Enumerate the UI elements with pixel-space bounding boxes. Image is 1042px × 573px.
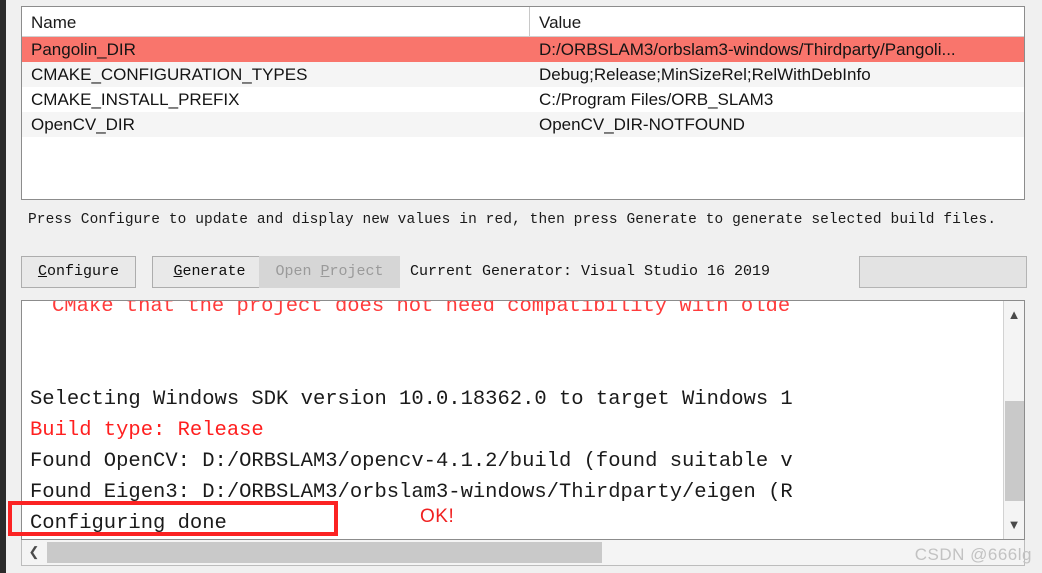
vertical-scrollbar-thumb[interactable] — [1005, 401, 1024, 501]
configure-accel-key: C — [37, 263, 47, 280]
open-project-label-pre: Open — [275, 263, 321, 280]
table-row[interactable]: Pangolin_DIR D:/ORBSLAM3/orbslam3-window… — [22, 37, 1024, 62]
window-left-edge — [0, 0, 6, 573]
cache-variable-value[interactable]: C:/Program Files/ORB_SLAM3 — [530, 87, 1024, 112]
log-output-text: CMake that the project does not need com… — [30, 300, 1024, 539]
table-row[interactable]: OpenCV_DIR OpenCV_DIR-NOTFOUND — [22, 112, 1024, 137]
cache-variable-name: CMAKE_INSTALL_PREFIX — [31, 90, 240, 109]
horizontal-scrollbar-thumb[interactable] — [47, 542, 602, 563]
chevron-left-icon[interactable]: ❮ — [24, 540, 44, 564]
column-header-name[interactable]: Name — [22, 7, 530, 36]
open-project-button: Open Project — [259, 256, 400, 288]
open-project-label-rest: roject — [329, 263, 384, 280]
log-line: Found Eigen3: D:/ORBSLAM3/orbslam3-windo… — [30, 481, 793, 504]
log-line: CMake that the project does not need com… — [52, 300, 791, 318]
log-horizontal-scrollbar[interactable]: ❮ — [21, 540, 1025, 566]
current-generator-label: Current Generator: Visual Studio 16 2019 — [410, 263, 771, 280]
configure-button[interactable]: Configure — [21, 256, 136, 288]
configure-hint-text: Press Configure to update and display ne… — [28, 212, 997, 228]
cache-variable-table[interactable]: Name Value Pangolin_DIR D:/ORBSLAM3/orbs… — [21, 6, 1025, 200]
progress-field — [859, 256, 1027, 288]
cache-variable-name: OpenCV_DIR — [31, 115, 135, 134]
table-row[interactable]: CMAKE_CONFIGURATION_TYPES Debug;Release;… — [22, 62, 1024, 87]
log-output-panel[interactable]: CMake that the project does not need com… — [21, 300, 1025, 540]
configure-label-rest: onfigure — [47, 263, 120, 280]
cache-variable-name: CMAKE_CONFIGURATION_TYPES — [31, 65, 308, 84]
chevron-up-icon[interactable]: ▲ — [1004, 305, 1024, 325]
cache-variable-name: Pangolin_DIR — [31, 40, 136, 59]
generate-button[interactable]: Generate — [152, 256, 267, 288]
column-header-value[interactable]: Value — [530, 7, 1024, 36]
log-line: Found OpenCV: D:/ORBSLAM3/opencv-4.1.2/b… — [30, 450, 793, 473]
table-row[interactable]: CMAKE_INSTALL_PREFIX C:/Program Files/OR… — [22, 87, 1024, 112]
generate-label-rest: enerate — [182, 263, 246, 280]
table-header-row: Name Value — [22, 7, 1024, 37]
log-line: Configuring done — [30, 512, 227, 535]
chevron-down-icon[interactable]: ▼ — [1004, 515, 1024, 535]
action-button-bar: Configure Generate Open Project Current … — [21, 256, 1027, 288]
log-vertical-scrollbar[interactable]: ▲ ▼ — [1003, 301, 1024, 539]
cache-variable-value[interactable]: OpenCV_DIR-NOTFOUND — [530, 112, 1024, 137]
log-line: Build type: Release — [30, 419, 264, 442]
open-project-accel-key: P — [320, 263, 330, 280]
cache-variable-value[interactable]: D:/ORBSLAM3/orbslam3-windows/Thirdparty/… — [530, 37, 1024, 62]
annotation-ok-label: OK! — [420, 506, 455, 527]
cmake-gui-window: Name Value Pangolin_DIR D:/ORBSLAM3/orbs… — [0, 0, 1042, 573]
watermark-text: CSDN @666lg — [914, 545, 1032, 564]
log-line: Selecting Windows SDK version 10.0.18362… — [30, 388, 793, 411]
cache-variable-value[interactable]: Debug;Release;MinSizeRel;RelWithDebInfo — [530, 62, 1024, 87]
generate-accel-key: G — [173, 263, 183, 280]
